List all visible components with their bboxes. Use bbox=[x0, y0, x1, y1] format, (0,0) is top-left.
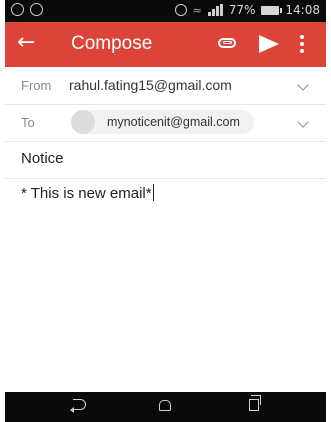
signal-icon bbox=[207, 4, 223, 16]
notification-icon bbox=[11, 3, 24, 16]
text-cursor bbox=[152, 184, 154, 201]
status-bar: ≈ 77% 14:08 bbox=[5, 0, 326, 22]
page-title: Compose bbox=[71, 33, 153, 54]
from-row[interactable]: From rahul.fating15@gmail.com bbox=[5, 67, 326, 105]
send-icon[interactable] bbox=[259, 35, 279, 53]
whatsapp-icon bbox=[30, 3, 43, 16]
more-vert-icon[interactable] bbox=[300, 35, 304, 53]
status-left-icons bbox=[11, 3, 43, 16]
nav-home-icon[interactable] bbox=[159, 400, 171, 411]
to-label: To bbox=[21, 115, 35, 130]
compose-body[interactable]: * This is new email* bbox=[21, 184, 154, 202]
status-right: ≈ 77% 14:08 bbox=[174, 3, 320, 17]
subject-text: Notice bbox=[21, 150, 64, 167]
battery-icon bbox=[261, 5, 283, 15]
arrow-back-icon[interactable]: ← bbox=[17, 31, 35, 55]
clock: 14:08 bbox=[285, 3, 320, 17]
compose-toolbar: ← Compose bbox=[5, 22, 326, 67]
recipient-chip[interactable]: mynoticenit@gmail.com bbox=[71, 110, 254, 134]
wifi-icon: ≈ bbox=[192, 3, 202, 17]
recipient-email: mynoticenit@gmail.com bbox=[107, 115, 240, 129]
alarm-icon bbox=[174, 4, 187, 16]
paperclip-icon[interactable] bbox=[218, 38, 236, 48]
nav-back-icon[interactable] bbox=[70, 399, 86, 413]
battery-percent: 77% bbox=[228, 3, 256, 17]
from-account[interactable]: rahul.fating15@gmail.com bbox=[69, 77, 232, 93]
nav-recents-icon[interactable] bbox=[249, 395, 261, 411]
phone-screen: ≈ 77% 14:08 ← Compose From rahul.fating1… bbox=[5, 0, 326, 422]
body-text: * This is new email* bbox=[21, 185, 152, 202]
chevron-down-icon[interactable] bbox=[297, 116, 309, 128]
to-row[interactable]: To mynoticenit@gmail.com bbox=[5, 104, 326, 142]
avatar bbox=[71, 110, 95, 134]
chevron-down-icon[interactable] bbox=[297, 79, 309, 91]
subject-field[interactable]: Notice bbox=[5, 141, 326, 179]
nav-bar bbox=[5, 392, 326, 422]
from-label: From bbox=[21, 78, 52, 93]
